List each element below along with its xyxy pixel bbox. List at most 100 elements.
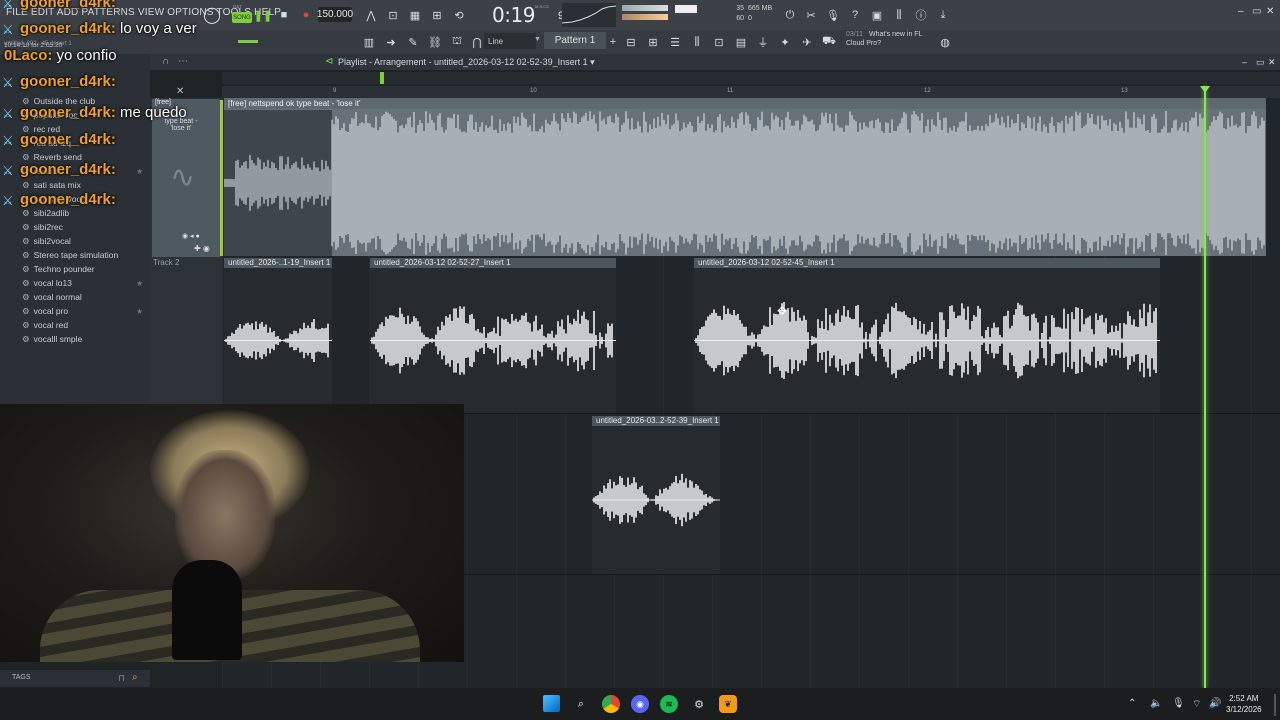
playlist-maximize-icon[interactable]: ▭ [1256, 57, 1265, 68]
discord-icon[interactable]: ◉ [631, 695, 649, 713]
poly-value: 60 [736, 15, 744, 22]
spotify-icon[interactable]: ≋ [660, 695, 678, 713]
fl-studio-icon[interactable]: ❦ [719, 695, 737, 713]
metronome-icon[interactable]: ⋀ [362, 6, 380, 24]
headphone-icon[interactable]: ∩ [162, 56, 169, 67]
info-icon[interactable]: ⓘ [912, 6, 930, 24]
clip-4[interactable] [592, 426, 720, 574]
record-icon[interactable]: ● [297, 6, 315, 24]
tool-icons[interactable]: ⋯ [178, 56, 188, 67]
minimize-icon[interactable]: – [1238, 6, 1244, 17]
browser-item[interactable]: ⚙ sibi2rec [22, 222, 63, 233]
help-icon[interactable]: ? [846, 6, 864, 24]
favorite-star-icon[interactable]: ★ [136, 279, 143, 288]
browser-item[interactable]: ⚙ sati sata mix [22, 180, 81, 191]
microphone-icon[interactable]: 🎙 [824, 6, 842, 24]
piano-roll-icon[interactable]: ⊞ [644, 33, 662, 51]
playlist-minimize-icon[interactable]: – [1242, 57, 1247, 67]
browser-item[interactable]: ⚙ sibi2adlib [22, 208, 69, 219]
playhead[interactable] [1204, 86, 1206, 688]
time-display[interactable]: 0:19 [492, 3, 535, 27]
scroll-thumb[interactable] [380, 72, 384, 84]
mixer-view-icon[interactable]: ⫼ [688, 33, 706, 51]
close-panel-icon[interactable]: ✕ [176, 86, 184, 97]
track-1-controls-icon[interactable]: ◉ ◂ ● [182, 232, 200, 240]
link-icon[interactable]: ⛓ [426, 33, 444, 51]
pencil-icon[interactable]: ✎ [404, 33, 422, 51]
arrow-icon[interactable]: ➜ [382, 33, 400, 51]
tray-chevron-icon[interactable]: ⌃ [1128, 698, 1136, 709]
news-line2[interactable]: Cloud Pro? [846, 40, 881, 47]
show-desktop[interactable] [1274, 694, 1276, 716]
download-icon[interactable]: ⤓ [934, 6, 952, 24]
restore-icon[interactable]: ▭ [1252, 6, 1261, 17]
track-1-mute-bar[interactable] [220, 100, 223, 256]
play-icon[interactable]: ❚❚ [254, 6, 272, 24]
wait-record-icon[interactable]: ⊡ [384, 6, 402, 24]
browser-item[interactable]: ⚙ Stereo tape simulation [22, 250, 118, 261]
plugin-icon[interactable]: ⏚ [754, 33, 772, 51]
browser-item[interactable]: ⚙ vocal lo13 [22, 278, 72, 289]
browser-item[interactable]: ⚙ vocal normal [22, 292, 82, 303]
speaker-tray-icon[interactable]: 🔈 [1150, 698, 1162, 709]
clip-1-header[interactable]: untitled_2026-..1-19_Insert 1 [224, 258, 332, 268]
add-pattern-icon[interactable]: + [604, 33, 622, 51]
playhead-marker[interactable] [1200, 86, 1210, 93]
favorite-star-icon[interactable]: ★ [136, 167, 143, 176]
feed-icon[interactable]: ✈ [798, 33, 816, 51]
browser-item[interactable]: ⚙ vocal red [22, 320, 68, 331]
channel-rack-icon[interactable]: ☰ [666, 33, 684, 51]
windows-start-icon[interactable] [543, 695, 560, 712]
pattern-select[interactable]: Pattern 1 [544, 32, 606, 49]
stop-icon[interactable]: ■ [275, 6, 293, 24]
browser-icon[interactable]: ⊡ [710, 33, 728, 51]
clip-2-header[interactable]: untitled_2026-03-12 02-52-27_Insert 1 [370, 258, 616, 268]
loop-record-icon[interactable]: ⟲ [450, 6, 468, 24]
step-edit-icon[interactable]: ⊞ [428, 6, 446, 24]
playlist-play-icon[interactable]: ⊲ [325, 56, 333, 67]
beat-clip-header[interactable]: [free] nettspend ok type beat - 'lose it… [224, 98, 1266, 109]
clip-3[interactable] [694, 268, 1160, 413]
memory-sub-value: 0 [748, 15, 752, 22]
clip-1[interactable] [224, 268, 332, 413]
mic-tray-icon[interactable]: 🎙 [1172, 698, 1185, 709]
clip-2[interactable] [370, 268, 616, 413]
master-volume-slider[interactable] [238, 40, 258, 43]
news-line1[interactable]: What's new in FL [869, 31, 922, 38]
snap-select[interactable]: Line [484, 33, 536, 49]
countdown-icon[interactable]: ▦ [406, 6, 424, 24]
search-taskbar-icon[interactable]: ⌕ [572, 695, 590, 713]
playlist-close-icon[interactable]: ✕ [1268, 57, 1276, 68]
browser-item[interactable]: ⚙ vocal pro [22, 306, 68, 317]
taskbar-clock[interactable]: 2:52 AM 3/12/2026 [1226, 693, 1262, 715]
save-icon[interactable]: ▣ [868, 6, 886, 24]
tempo-display[interactable]: 150.000 [317, 7, 353, 22]
cart-icon[interactable]: ⛟ [820, 33, 838, 51]
chrome-icon[interactable] [602, 695, 620, 713]
clip-3-header[interactable]: untitled_2026-03-12 02-52-45_Insert 1 [694, 258, 1160, 268]
snap-dropdown-icon[interactable]: ▼ [534, 36, 541, 43]
clip-4-header[interactable]: untitled_2026-03..2-52-39_Insert 1 [592, 416, 720, 426]
undo-history-icon[interactable]: ⏻ [781, 6, 799, 24]
mixer-icon[interactable]: ⫼ [890, 6, 908, 24]
close-icon[interactable]: ✕ [1266, 6, 1274, 17]
project-icon[interactable]: ▤ [732, 33, 750, 51]
cut-icon[interactable]: ✂ [802, 6, 820, 24]
wifi-icon[interactable]: ⌔ [1192, 698, 1201, 711]
browser-item[interactable]: ⚙ Techno pounder [22, 264, 95, 275]
browser-item[interactable]: ⚙ vocalll smple [22, 334, 82, 345]
browser-item[interactable]: ⚙ sibi2vocal [22, 236, 71, 247]
stamp-icon[interactable]: ⛫ [448, 33, 466, 51]
piano-icon[interactable]: ▥ [360, 33, 378, 51]
track-1-move-icon[interactable]: ✚ ◉ [194, 244, 210, 253]
globe-icon[interactable]: ◍ [936, 33, 954, 51]
playlist-icon[interactable]: ⊟ [622, 33, 640, 51]
menu-view[interactable]: VIEW [138, 7, 164, 18]
steam-icon[interactable]: ⚙ [690, 695, 708, 713]
search-icon[interactable]: ⌕ [132, 672, 138, 683]
favorite-star-icon[interactable]: ★ [136, 307, 143, 316]
song-mode-button[interactable]: SONG [232, 12, 252, 23]
tools-icon[interactable]: ✦ [776, 33, 794, 51]
volume-icon[interactable]: 🔊 [1209, 698, 1221, 709]
folder-icon[interactable]: ⊓ [118, 673, 125, 684]
